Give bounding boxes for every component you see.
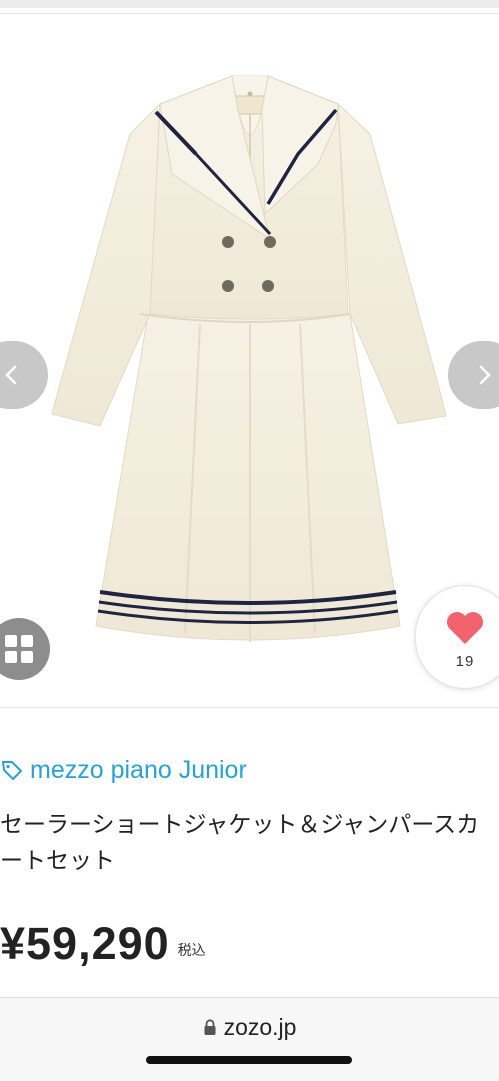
url-text: zozo.jp xyxy=(223,1014,297,1040)
heart-icon xyxy=(447,612,483,644)
tag-icon xyxy=(2,761,22,780)
grid-icon xyxy=(5,635,33,663)
brand-link[interactable]: mezzo piano Junior xyxy=(0,754,247,786)
product-price: ¥59,290 xyxy=(0,918,170,969)
chevron-right-icon xyxy=(479,365,491,385)
product-image-carousel[interactable] xyxy=(0,14,499,706)
price-row: ¥59,290 税込 xyxy=(0,914,206,970)
home-indicator[interactable] xyxy=(146,1056,352,1064)
brand-name: mezzo piano Junior xyxy=(30,755,247,784)
product-image xyxy=(51,75,447,642)
product-title: セーラーショートジャケット＆ジャンパースカートセット xyxy=(0,811,480,873)
like-count: 19 xyxy=(455,653,475,670)
status-area xyxy=(0,0,499,8)
chevron-left-icon xyxy=(5,365,17,385)
lock-icon xyxy=(204,1019,216,1035)
tax-label: 税込 xyxy=(177,942,206,958)
url-display[interactable]: zozo.jp xyxy=(0,1014,499,1041)
divider xyxy=(0,707,499,708)
